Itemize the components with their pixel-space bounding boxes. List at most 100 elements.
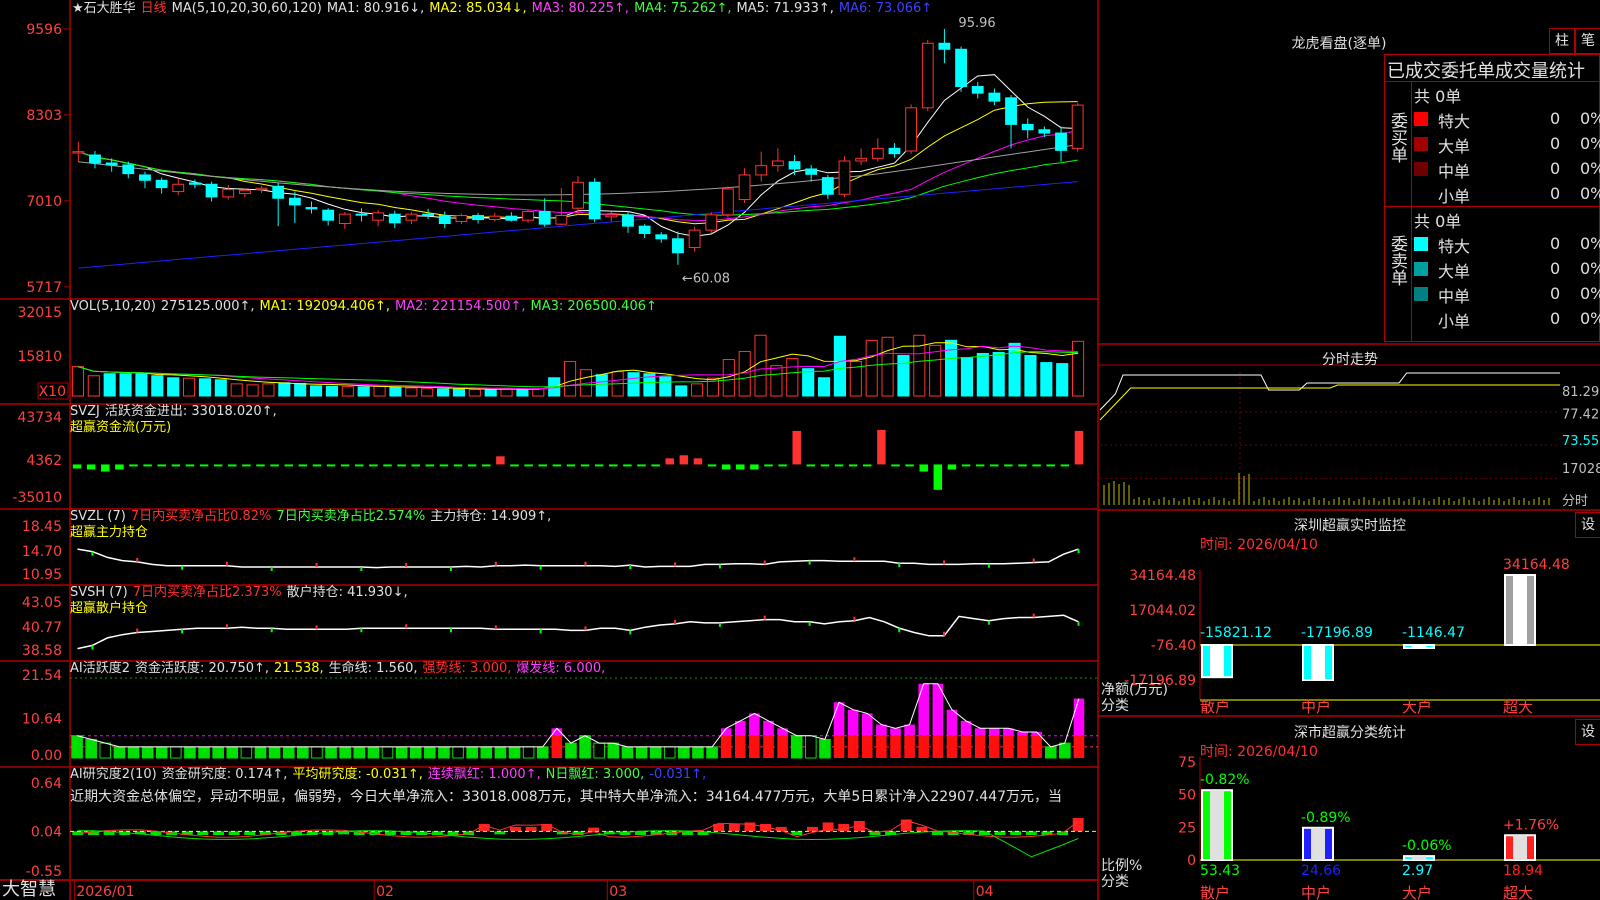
stats-change-label: +1.76% <box>1503 817 1559 833</box>
buy-side-label-box: 委买单 <box>1385 81 1412 206</box>
fund-flow-bar <box>242 464 251 467</box>
vol-unit-label: X10 <box>39 384 66 400</box>
svzj-sub: 超赢资金流(万元) <box>70 420 172 435</box>
research-bar <box>1010 831 1022 836</box>
fund-flow-bar <box>157 464 166 467</box>
candle-body <box>72 151 85 154</box>
period-label[interactable]: 日线 <box>141 1 167 16</box>
research-bar <box>510 826 521 832</box>
fund-flow-bar <box>355 464 364 467</box>
volume-bar <box>754 334 767 397</box>
intraday-tick-label: 81.29 <box>1562 385 1599 400</box>
fund-flow-bar <box>820 464 830 467</box>
count-value: 0 <box>1550 159 1561 178</box>
candle-body <box>155 179 168 189</box>
active-bar-top <box>749 713 760 736</box>
fund-flow-bar <box>383 464 392 467</box>
volume-bar <box>659 376 672 397</box>
active-bar <box>240 746 253 759</box>
active-bar-base <box>890 735 901 758</box>
active-bar-base <box>974 735 986 758</box>
active-bar <box>99 742 112 759</box>
column-mode-button[interactable]: 柱 <box>1549 28 1575 54</box>
retail-holding-line <box>77 614 1079 650</box>
vol-ma1: MA1: 192094.406↑, <box>259 299 391 314</box>
fund-flow-bar <box>623 464 632 467</box>
svsh-header: SVSH (7) 7日内买卖净占比2.373% 散户持仓: 41.930↓, <box>70 585 408 600</box>
fund-flow-bar <box>594 464 604 467</box>
intraday-avg-line <box>1099 384 1560 421</box>
active-bar <box>353 746 366 759</box>
active-bar <box>466 746 478 759</box>
stats-title: 深市超赢分类统计 <box>1294 725 1406 741</box>
buy-row-l: 大单00% <box>1412 132 1600 156</box>
main-holding-line-tick: 10.95 <box>22 567 62 583</box>
active-bar <box>226 746 239 759</box>
active-bar <box>127 746 140 759</box>
fund-flow-bar <box>580 464 590 467</box>
stats-date: 时间: 2026/04/10 <box>1200 744 1318 760</box>
candle-body <box>338 213 351 225</box>
stats-bar-highlight <box>1210 790 1224 860</box>
volume-bar <box>468 389 481 397</box>
candle-body <box>638 225 651 234</box>
volume-bar <box>294 382 307 397</box>
candle-body <box>89 154 101 164</box>
candle-body <box>405 213 418 221</box>
fund-flow-bar <box>143 464 152 467</box>
volume-bar <box>214 379 227 397</box>
active-bar-top <box>890 728 901 736</box>
candle-body <box>522 211 534 221</box>
candle-body <box>788 161 801 170</box>
candle-body <box>755 165 768 176</box>
fund-flow-bar <box>72 464 82 469</box>
active-bar-base <box>1003 735 1014 758</box>
active-bar-base <box>777 735 788 758</box>
sell-row-xl: 特大00% <box>1412 232 1600 256</box>
sell-rows: 共 0单 特大00% 大单00% 中单00% 小单00% <box>1412 206 1600 342</box>
stats-value-label: 24.66 <box>1301 863 1341 879</box>
fund-flow-bar <box>439 464 449 467</box>
active-bar <box>692 746 704 759</box>
fund-flow-bar <box>496 456 505 465</box>
brand-logo: 大智慧 <box>2 879 56 900</box>
candle-body <box>905 107 918 152</box>
fund-flow-bar <box>566 464 576 467</box>
research-bar <box>994 831 1006 836</box>
stats-category-label: 散户 <box>1200 884 1230 900</box>
fund-flow-bar <box>340 464 350 467</box>
tick-mode-button[interactable]: 笔 <box>1575 28 1600 54</box>
fund-flow-bar <box>185 464 195 467</box>
candle-body <box>1005 97 1017 125</box>
stats-tick-label: 50 <box>1178 788 1196 804</box>
monitor-category-label: 中户 <box>1301 698 1331 716</box>
active-bar-base <box>1073 735 1085 758</box>
volume-bar <box>532 388 545 397</box>
volume-bar <box>357 386 370 397</box>
stock-name[interactable]: ★石大胜华 <box>72 1 136 16</box>
stats-bar-highlight <box>1513 835 1527 860</box>
volume-bar <box>945 339 958 397</box>
volume-bar <box>516 389 529 397</box>
monitor-value-label: -15821.12 <box>1200 625 1272 641</box>
sell-row-s: 小单00% <box>1412 307 1600 331</box>
volume-bar <box>87 375 100 397</box>
volume-bar <box>1024 355 1037 397</box>
fund-flow-bar <box>750 464 759 470</box>
candle-body <box>422 213 435 217</box>
candle-body <box>189 182 201 185</box>
candle-body <box>655 234 668 240</box>
fund-flow-bar <box>721 464 731 470</box>
monitor-settings-button[interactable]: 设 <box>1575 512 1600 538</box>
active-bar-top <box>946 709 958 736</box>
active-bar <box>297 746 309 759</box>
active-bar-base <box>861 735 873 758</box>
research-bar <box>791 831 803 836</box>
stats-settings-button[interactable]: 设 <box>1575 719 1600 745</box>
percent-value: 0% <box>1580 159 1600 178</box>
candle-body <box>738 174 751 201</box>
intraday-tick-label: 77.42 <box>1562 408 1599 423</box>
stats-ylabel: 比例% <box>1101 858 1143 874</box>
fund-flow-bar <box>284 464 293 467</box>
low-annotation: ←60.08 <box>682 272 730 287</box>
